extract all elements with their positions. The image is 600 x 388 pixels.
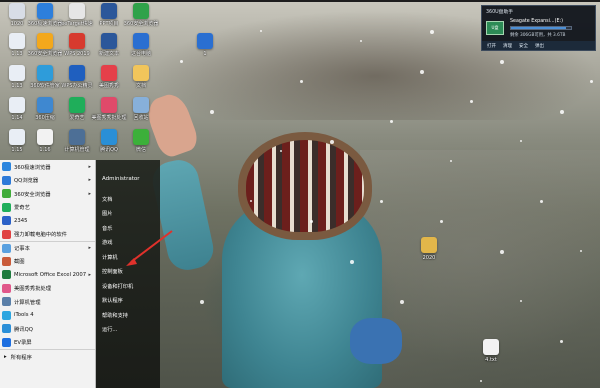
popup-action-button[interactable]: 安全: [519, 43, 528, 49]
drive-name: Seagate Expansi...(E:): [510, 18, 563, 24]
popup-action-button[interactable]: 弹出: [535, 43, 544, 49]
drive-usage-fill: [511, 26, 567, 29]
red-annotation-arrow: [126, 230, 173, 266]
popup-action-button[interactable]: 清理: [503, 43, 512, 49]
popup-title: 360U盘助手: [486, 10, 514, 15]
popup-action-button[interactable]: 打开: [487, 43, 496, 49]
usb-drive-popup: 360U盘助手 U盘 Seagate Expansi...(E:) 剩余 306…: [481, 5, 596, 51]
popup-action-bar: 打开 清理 安全 弹出: [482, 41, 595, 50]
usb-drive-icon: U盘: [486, 21, 504, 35]
drive-usage-bar: [510, 25, 572, 30]
drive-usage-text: 剩余 306GB可用，共 3.6TB: [510, 32, 566, 38]
